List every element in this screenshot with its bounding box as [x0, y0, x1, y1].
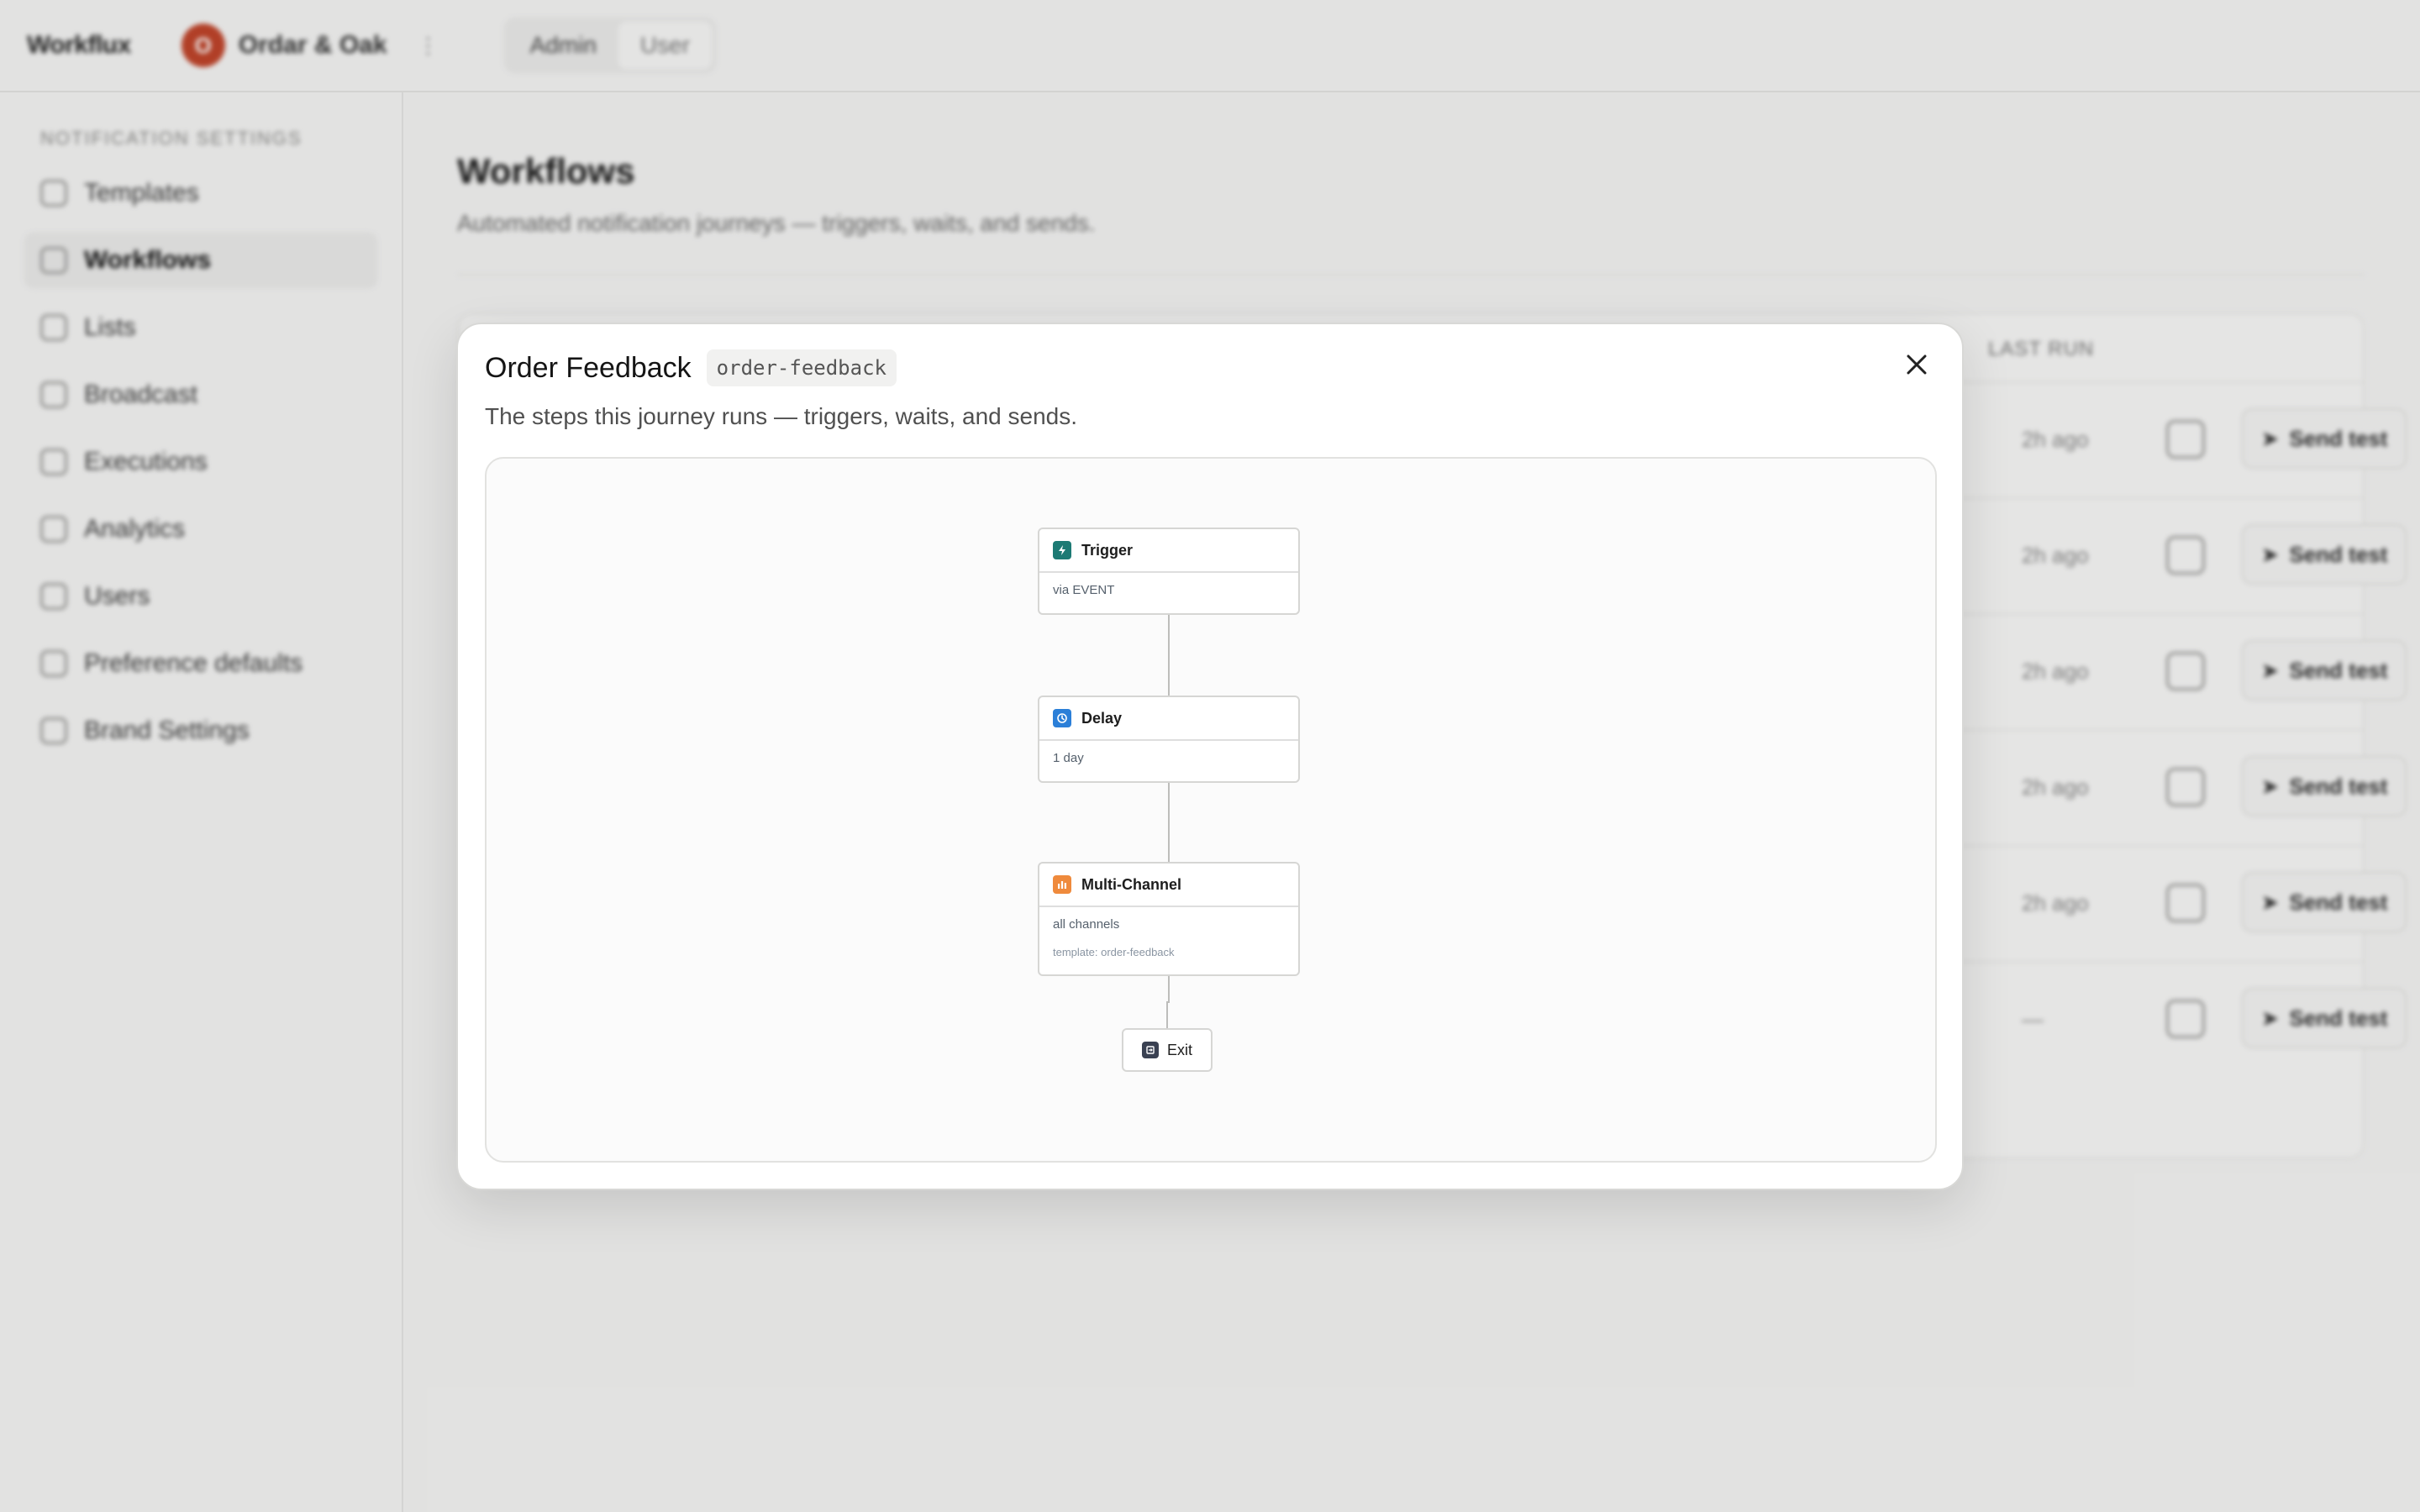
- step-node-multichannel[interactable]: Multi-Channel all channels template: ord…: [1038, 862, 1300, 976]
- step-body: via EVENT: [1039, 573, 1298, 601]
- connector-line: [1168, 615, 1170, 697]
- modal-header: Order Feedback order-feedback: [485, 349, 897, 386]
- step-node-delay[interactable]: Delay 1 day: [1038, 696, 1300, 783]
- step-title: Delay: [1081, 709, 1123, 727]
- step-title: Trigger: [1081, 541, 1134, 559]
- connector-line: [1168, 976, 1170, 1003]
- step-body: all channels template: order-feedback: [1039, 907, 1298, 958]
- bolt-icon: [1053, 541, 1071, 559]
- clock-icon: [1053, 709, 1071, 727]
- exit-icon: [1141, 1042, 1159, 1058]
- step-detail: via EVENT: [1053, 583, 1115, 597]
- step-body: 1 day: [1039, 741, 1298, 769]
- close-button[interactable]: [1898, 346, 1935, 383]
- step-detail: all channels: [1053, 917, 1120, 932]
- workflow-modal: Order Feedback order-feedback The steps …: [456, 323, 1964, 1190]
- step-title: Exit: [1166, 1041, 1192, 1058]
- step-node-exit[interactable]: Exit: [1122, 1028, 1213, 1072]
- connector-line: [1168, 783, 1170, 865]
- workflow-slug-badge: order-feedback: [706, 349, 897, 386]
- step-template: template: order-feedback: [1053, 946, 1175, 958]
- connector-line: [1166, 1001, 1168, 1032]
- step-node-trigger[interactable]: Trigger via EVENT: [1038, 528, 1300, 615]
- workflow-canvas[interactable]: Trigger via EVENT Delay 1 day Multi-Chan…: [485, 457, 1937, 1163]
- modal-description: The steps this journey runs — triggers, …: [485, 403, 1077, 429]
- channels-icon: [1053, 875, 1071, 894]
- step-header: Multi-Channel: [1039, 864, 1298, 907]
- close-icon: [1907, 354, 1927, 375]
- step-title: Multi-Channel: [1081, 875, 1181, 893]
- modal-title: Order Feedback: [485, 351, 692, 384]
- step-header: Delay: [1039, 697, 1298, 741]
- step-header: Trigger: [1039, 529, 1298, 573]
- step-detail: 1 day: [1053, 751, 1084, 765]
